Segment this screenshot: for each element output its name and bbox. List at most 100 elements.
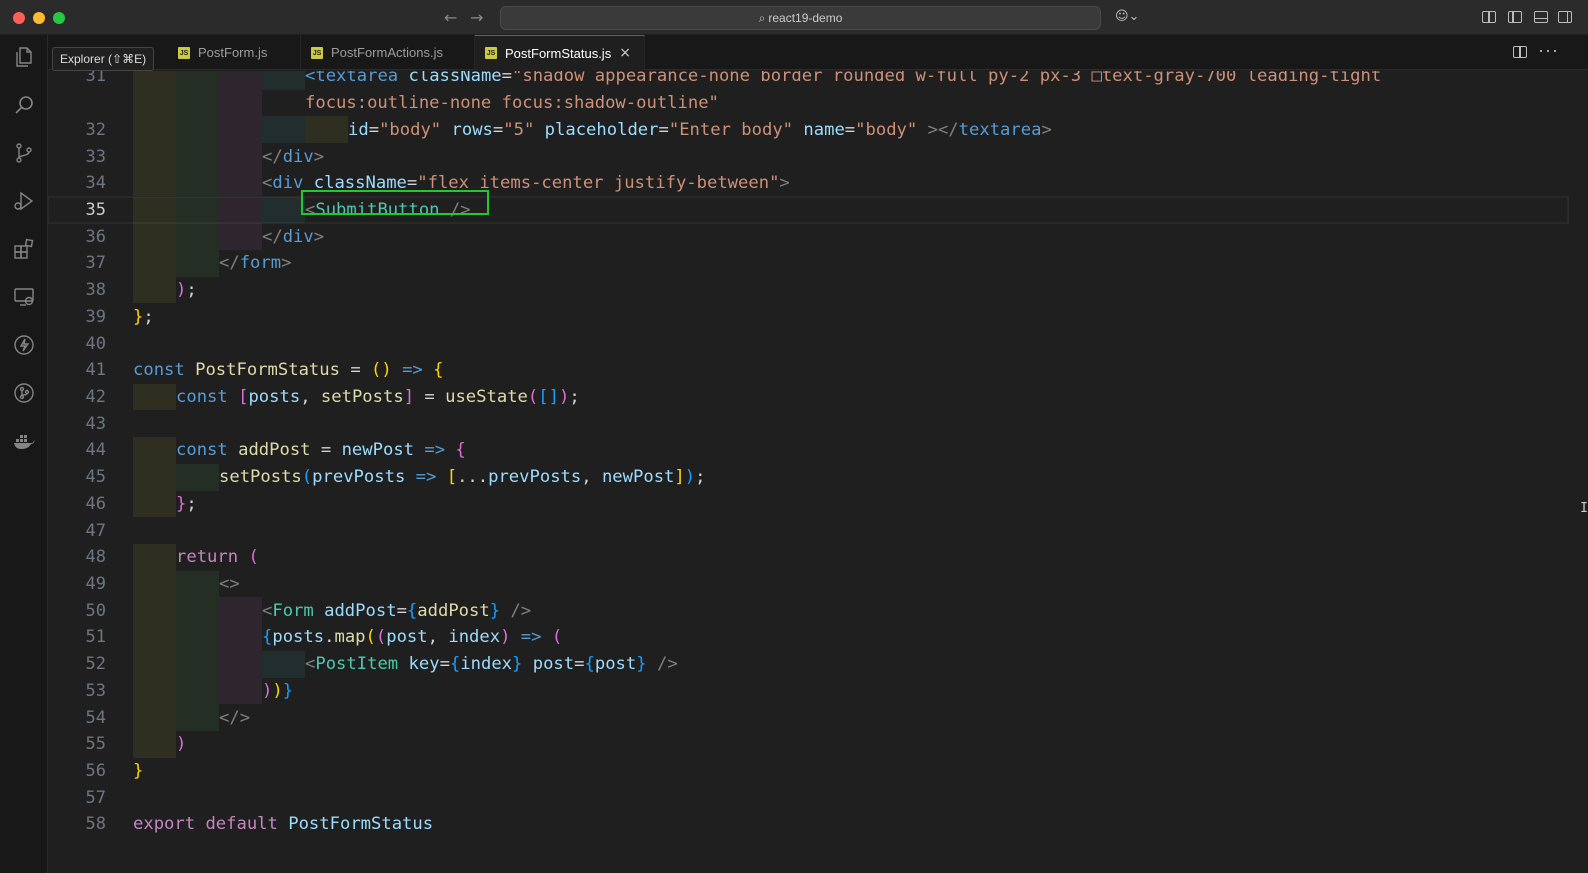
remote-explorer-icon[interactable] bbox=[12, 285, 36, 309]
forward-arrow-icon[interactable]: → bbox=[470, 8, 483, 27]
command-center-search[interactable]: ⌕ react19-demo bbox=[500, 6, 1101, 30]
code-line[interactable]: 34 < div className = "flex items-center just… bbox=[48, 169, 1568, 197]
code-line[interactable]: 48 return ( bbox=[48, 543, 1568, 571]
code-text: } bbox=[133, 761, 144, 782]
code-text: setPosts(prevPosts => [... prevPosts, new… bbox=[219, 467, 706, 488]
indent-guide bbox=[176, 89, 219, 117]
code-line[interactable]: 52 < PostItem key ={index} post ={post} /> bbox=[48, 650, 1568, 678]
line-number: 35 bbox=[85, 199, 106, 220]
maximize-window-button[interactable] bbox=[53, 12, 65, 24]
code-line[interactable]: focus:outline-none focus:shadow-outline" bbox=[48, 89, 1568, 117]
source-control-icon[interactable] bbox=[12, 141, 36, 165]
code-line[interactable]: 49 <> bbox=[48, 570, 1568, 598]
indent-guide bbox=[262, 71, 305, 90]
line-number: 58 bbox=[85, 814, 106, 835]
code-line[interactable]: 39}; bbox=[48, 303, 1568, 330]
indent-guide bbox=[133, 223, 176, 251]
copilot-icon[interactable]: ☺⌄ bbox=[1115, 9, 1139, 24]
code-line[interactable]: 57 bbox=[48, 784, 1568, 811]
indent-guide bbox=[219, 597, 262, 625]
minimize-window-button[interactable] bbox=[33, 12, 45, 24]
indent-guide bbox=[133, 71, 176, 90]
indent-guide bbox=[176, 223, 219, 251]
js-file-icon: JS bbox=[311, 46, 323, 59]
indent-guide bbox=[133, 677, 176, 705]
code-text: <> bbox=[219, 574, 240, 595]
search-icon[interactable] bbox=[12, 93, 36, 117]
code-text: export default PostFormStatus bbox=[133, 814, 434, 835]
indent-guide bbox=[133, 704, 176, 731]
indent-guide bbox=[133, 276, 176, 304]
tab-postform[interactable]: JS PostForm.js bbox=[168, 35, 301, 70]
indent-guide bbox=[176, 597, 219, 625]
line-number: 46 bbox=[85, 493, 106, 514]
code-line[interactable]: 46}; bbox=[48, 490, 1568, 518]
code-text: < textarea className = "shadow appearance-n… bbox=[305, 71, 1382, 87]
tab-postformstatus[interactable]: JS PostFormStatus.js × bbox=[475, 35, 645, 70]
code-line[interactable]: 35 < SubmitButton /> bbox=[48, 195, 1569, 225]
code-line[interactable]: 33 </div > bbox=[48, 143, 1568, 170]
line-number: 32 bbox=[85, 119, 106, 140]
code-editor[interactable]: 31 < textarea className = "shadow appearance… bbox=[48, 71, 1588, 873]
code-line[interactable]: 36 </div > bbox=[48, 223, 1568, 251]
indent-guide bbox=[219, 650, 262, 678]
code-text: </div > bbox=[262, 226, 325, 247]
code-text: </form > bbox=[219, 253, 292, 274]
code-line[interactable]: 41 const PostFormStatus = () => { bbox=[48, 357, 1568, 384]
toggle-primary-sidebar-icon[interactable] bbox=[1508, 11, 1522, 23]
editor-tab-bar: JS PostForm.js JS PostFormActions.js JS Pos… bbox=[48, 35, 1588, 70]
code-line[interactable]: 32 id = "body" rows = "5" placeholder = "Enter … bbox=[48, 116, 1568, 144]
code-line[interactable]: 37 </form > bbox=[48, 250, 1568, 277]
indent-guide bbox=[219, 677, 262, 705]
run-debug-icon[interactable] bbox=[12, 189, 36, 213]
extensions-icon[interactable] bbox=[12, 237, 36, 261]
title-bar: ← → ⌕ react19-demo ☺⌄ bbox=[0, 0, 1588, 35]
close-window-button[interactable] bbox=[13, 12, 25, 24]
code-line[interactable]: 47 bbox=[48, 517, 1568, 544]
indent-guide bbox=[219, 143, 262, 170]
indent-guide bbox=[133, 437, 176, 464]
tab-postformactions[interactable]: JS PostFormActions.js bbox=[301, 35, 475, 70]
code-line[interactable]: 42 const [posts, setPosts] = useState([])… bbox=[48, 383, 1568, 411]
code-line[interactable]: 56} bbox=[48, 758, 1568, 785]
lightning-icon[interactable] bbox=[12, 333, 36, 357]
line-number: 43 bbox=[85, 413, 106, 434]
code-line[interactable]: 51 {posts. map((post, index) => ( bbox=[48, 624, 1568, 651]
line-number: 48 bbox=[85, 547, 106, 568]
code-line[interactable]: 53))} bbox=[48, 677, 1568, 705]
line-number: 55 bbox=[85, 734, 106, 755]
customize-layout-icon[interactable] bbox=[1482, 11, 1496, 23]
line-number: 56 bbox=[85, 761, 106, 782]
text-cursor-icon: I bbox=[1580, 501, 1588, 516]
toggle-secondary-sidebar-icon[interactable] bbox=[1558, 11, 1572, 23]
code-line[interactable]: 44 const addPost = newPost => { bbox=[48, 437, 1568, 464]
explorer-icon[interactable] bbox=[12, 45, 36, 69]
toggle-panel-icon[interactable] bbox=[1534, 11, 1548, 23]
line-number: 42 bbox=[85, 386, 106, 407]
code-line[interactable]: 58 export default PostFormStatus bbox=[48, 811, 1568, 838]
explorer-tooltip: Explorer (⇧⌘E) bbox=[52, 47, 155, 71]
more-actions-icon[interactable]: ··· bbox=[1538, 40, 1559, 61]
indent-guide bbox=[176, 250, 219, 277]
code-line[interactable]: 31 < textarea className = "shadow appearance… bbox=[48, 71, 1568, 90]
activity-bar bbox=[0, 35, 48, 873]
indent-guide bbox=[133, 169, 176, 197]
git-graph-icon[interactable] bbox=[12, 381, 36, 405]
code-line[interactable]: 50 < Form addPost ={addPost} /> bbox=[48, 597, 1568, 625]
code-text: < SubmitButton /> bbox=[305, 199, 471, 220]
code-text: < div className = "flex items-center justif… bbox=[262, 173, 790, 194]
indent-guide bbox=[133, 730, 176, 758]
code-line[interactable]: 40 bbox=[48, 330, 1568, 357]
close-icon[interactable]: × bbox=[619, 45, 631, 61]
code-line[interactable]: 43 bbox=[48, 410, 1568, 437]
split-editor-icon[interactable] bbox=[1513, 46, 1527, 58]
code-line[interactable]: 55) bbox=[48, 730, 1568, 758]
line-number: 44 bbox=[85, 440, 106, 461]
code-text: return ( bbox=[176, 547, 259, 568]
code-text: </div > bbox=[262, 146, 325, 167]
code-line[interactable]: 45 setPosts(prevPosts => [... prevPosts, n… bbox=[48, 463, 1568, 491]
code-line[interactable]: 38); bbox=[48, 276, 1568, 304]
docker-icon[interactable] bbox=[12, 429, 36, 453]
code-line[interactable]: 54 </> bbox=[48, 704, 1568, 731]
back-arrow-icon[interactable]: ← bbox=[444, 8, 457, 27]
